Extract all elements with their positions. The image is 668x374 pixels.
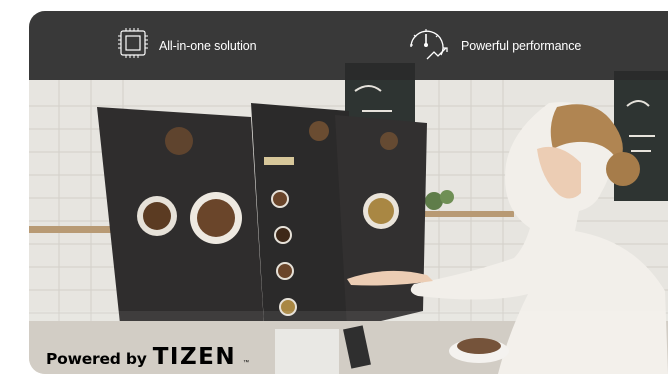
powered-by-text: Powered by	[46, 350, 147, 368]
speedometer-icon	[405, 23, 451, 68]
powered-by-tizen-logo: Powered by TIZEN ™	[46, 344, 250, 370]
hero-image-panel: All-in-one solution Powerful performance	[29, 11, 668, 374]
feature-performance: Powerful performance	[405, 11, 581, 80]
trademark-mark: ™	[243, 360, 250, 366]
chip-icon	[117, 27, 149, 64]
tizen-wordmark: TIZEN	[152, 344, 237, 370]
feature-label: Powerful performance	[461, 38, 582, 53]
feature-bar: All-in-one solution Powerful performance	[29, 11, 668, 80]
feature-label: All-in-one solution	[159, 38, 257, 53]
feature-all-in-one: All-in-one solution	[117, 11, 257, 80]
